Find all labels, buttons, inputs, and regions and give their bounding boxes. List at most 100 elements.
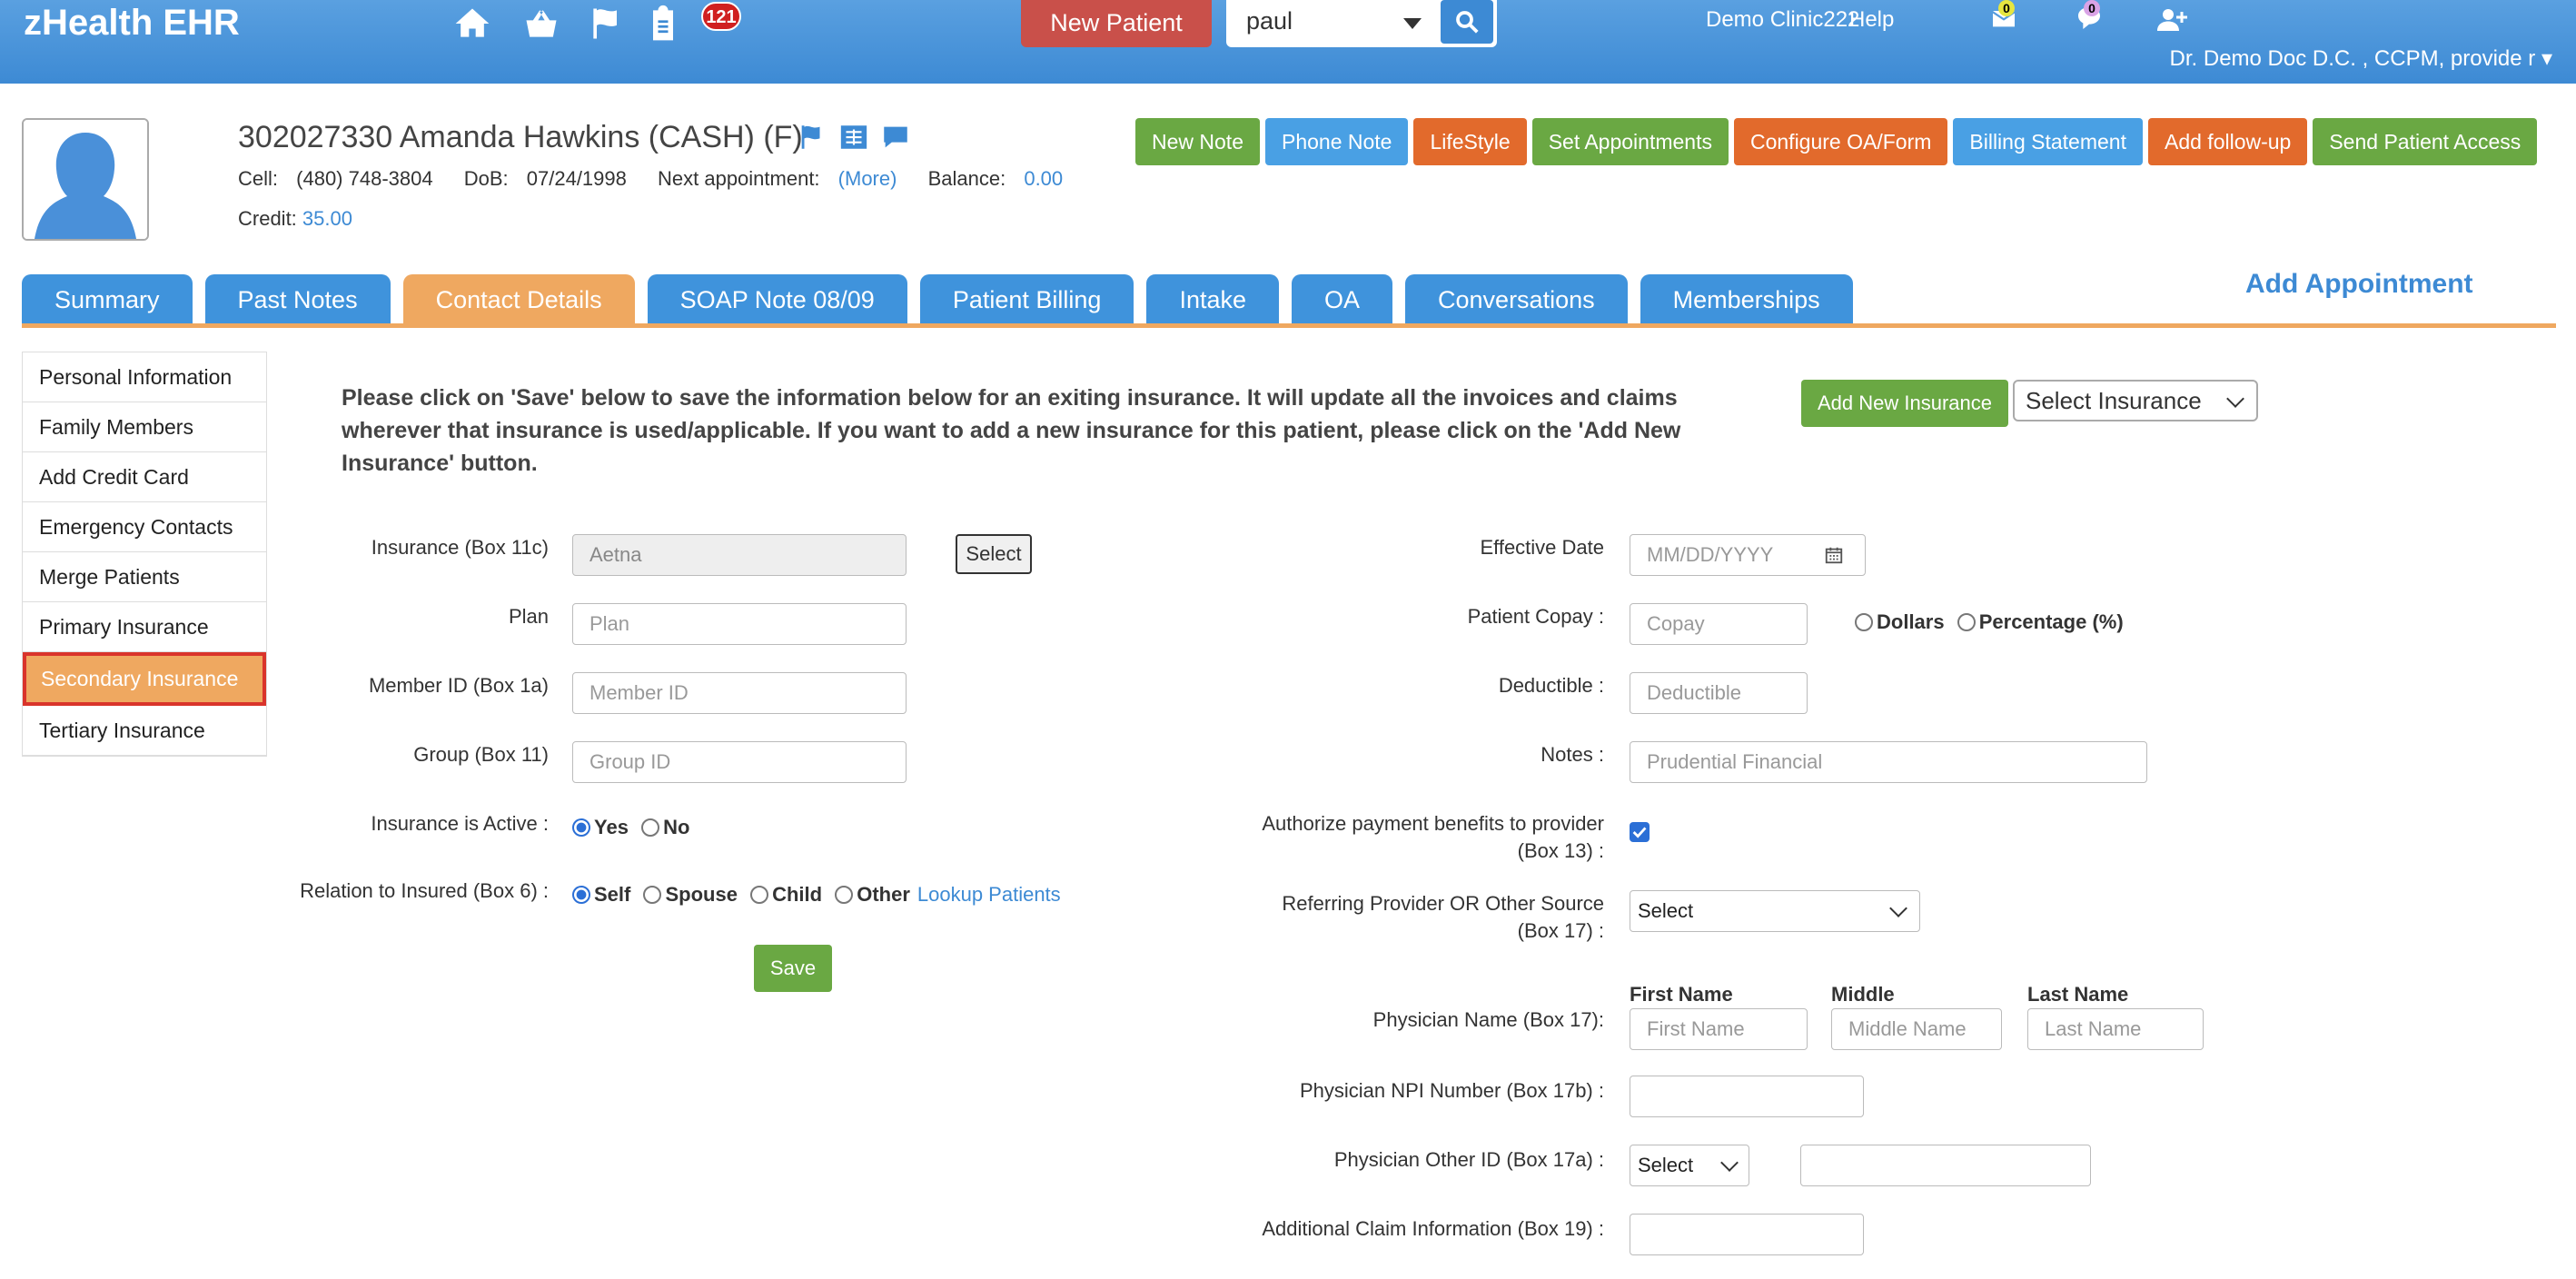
tab-oa[interactable]: OA bbox=[1292, 274, 1393, 323]
configure-oa-button[interactable]: Configure OA/Form bbox=[1733, 118, 1948, 165]
insurance-select-button[interactable]: Select bbox=[956, 534, 1032, 574]
relation-spouse-radio[interactable] bbox=[643, 886, 662, 904]
balance-label: Balance: bbox=[927, 167, 1006, 190]
next-appt-label: Next appointment: bbox=[658, 167, 820, 190]
help-link[interactable]: Help bbox=[1849, 7, 1894, 33]
lifestyle-button[interactable]: LifeStyle bbox=[1413, 118, 1527, 165]
member-id-input[interactable]: Member ID bbox=[572, 672, 907, 714]
patient-name: 302027330 Amanda Hawkins (CASH) (F) bbox=[238, 120, 803, 154]
notes-input[interactable]: Prudential Financial bbox=[1630, 741, 2147, 783]
user-menu[interactable]: Dr. Demo Doc D.C. , CCPM, provide r ▾ bbox=[2170, 45, 2552, 72]
copay-input[interactable]: Copay bbox=[1630, 603, 1808, 645]
set-appointments-button[interactable]: Set Appointments bbox=[1531, 118, 1729, 165]
physician-first-name-input[interactable]: First Name bbox=[1630, 1008, 1808, 1050]
physician-last-name-input[interactable]: Last Name bbox=[2027, 1008, 2204, 1050]
phone-note-button[interactable]: Phone Note bbox=[1264, 118, 1409, 165]
flag-icon[interactable] bbox=[587, 4, 627, 44]
search-input[interactable]: paul bbox=[1246, 7, 1293, 35]
more-link[interactable]: (More) bbox=[838, 167, 897, 190]
tab-conversations[interactable]: Conversations bbox=[1405, 274, 1628, 323]
save-button[interactable]: Save bbox=[754, 945, 832, 992]
group-input[interactable]: Group ID bbox=[572, 741, 907, 783]
deductible-input[interactable]: Deductible bbox=[1630, 672, 1808, 714]
percentage-radio[interactable] bbox=[1957, 613, 1976, 631]
chat-badge: 0 bbox=[2084, 0, 2100, 16]
insurance-notice: Please click on 'Save' below to save the… bbox=[342, 385, 1681, 476]
physician-middle-name-input[interactable]: Middle Name bbox=[1831, 1008, 2002, 1050]
plan-label: Plan bbox=[508, 605, 549, 628]
chevron-down-icon bbox=[1889, 899, 1907, 917]
add-user-icon[interactable] bbox=[2155, 4, 2187, 36]
chevron-down-icon[interactable] bbox=[1403, 18, 1422, 29]
sidebar-item-primary-insurance[interactable]: Primary Insurance bbox=[23, 602, 266, 652]
other-id-input[interactable] bbox=[1800, 1145, 2091, 1186]
tab-past-notes[interactable]: Past Notes bbox=[204, 274, 391, 323]
spouse-label: Spouse bbox=[665, 883, 738, 906]
active-no-radio[interactable] bbox=[641, 818, 660, 837]
home-icon[interactable] bbox=[452, 4, 492, 44]
top-bar: zHealth EHR 121 New Patient paul Demo Cl… bbox=[0, 0, 2576, 84]
sidebar-item-tertiary-insurance[interactable]: Tertiary Insurance bbox=[23, 706, 266, 756]
message-icon[interactable] bbox=[879, 122, 912, 153]
new-note-button[interactable]: New Note bbox=[1135, 118, 1260, 165]
sidebar-item-merge-patients[interactable]: Merge Patients bbox=[23, 552, 266, 602]
credit-info: Credit: 35.00 bbox=[238, 207, 352, 231]
credit-value[interactable]: 35.00 bbox=[302, 207, 352, 230]
add-appointment-link[interactable]: Add Appointment bbox=[2245, 269, 2473, 300]
billing-statement-button[interactable]: Billing Statement bbox=[1953, 118, 2143, 165]
tab-summary[interactable]: Summary bbox=[22, 274, 193, 323]
search-button[interactable] bbox=[1441, 0, 1493, 44]
physician-name-label: Physician Name (Box 17): bbox=[1372, 1008, 1604, 1031]
other-label: Other bbox=[857, 883, 910, 906]
lookup-patients-link[interactable]: Lookup Patients bbox=[917, 883, 1061, 906]
billing-icon[interactable] bbox=[837, 122, 870, 153]
tab-patient-billing[interactable]: Patient Billing bbox=[919, 274, 1134, 323]
npi-input[interactable] bbox=[1630, 1076, 1864, 1117]
copay-type-radios: Dollars Percentage (%) bbox=[1855, 610, 2131, 634]
active-yes-radio[interactable] bbox=[572, 818, 590, 837]
send-patient-access-button[interactable]: Send Patient Access bbox=[2313, 118, 2538, 165]
relation-other-radio[interactable] bbox=[835, 886, 854, 904]
add-new-insurance-button[interactable]: Add New Insurance bbox=[1801, 380, 2008, 427]
referring-select-value: Select bbox=[1638, 899, 1694, 922]
new-patient-button[interactable]: New Patient bbox=[1021, 0, 1212, 47]
first-name-header: First Name bbox=[1630, 983, 1733, 1006]
yes-label: Yes bbox=[594, 816, 629, 838]
deductible-label: Deductible : bbox=[1498, 674, 1604, 697]
tab-intake[interactable]: Intake bbox=[1146, 274, 1279, 323]
patient-search[interactable]: paul bbox=[1226, 0, 1497, 47]
relation-self-radio[interactable] bbox=[572, 886, 590, 904]
sidebar-item-family-members[interactable]: Family Members bbox=[23, 402, 266, 452]
cell-label: Cell: bbox=[238, 167, 279, 190]
relation-child-radio[interactable] bbox=[750, 886, 769, 904]
tab-soap-note[interactable]: SOAP Note 08/09 bbox=[647, 274, 907, 323]
referring-provider-select[interactable]: Select bbox=[1630, 890, 1920, 932]
clipboard-icon[interactable] bbox=[643, 4, 683, 44]
balance-value[interactable]: 0.00 bbox=[1024, 167, 1063, 190]
patient-avatar bbox=[22, 118, 149, 241]
clinic-link[interactable]: Demo Clinic222 bbox=[1706, 7, 1859, 33]
authorize-label-line2: (Box 13) : bbox=[1517, 839, 1604, 862]
notification-badge[interactable]: 121 bbox=[701, 2, 741, 31]
sidebar-item-secondary-insurance[interactable]: Secondary Insurance bbox=[23, 652, 266, 706]
app-title[interactable]: zHealth EHR bbox=[24, 0, 240, 45]
sidebar-item-emergency-contacts[interactable]: Emergency Contacts bbox=[23, 502, 266, 552]
select-insurance-dropdown[interactable]: Select Insurance bbox=[2013, 380, 2258, 421]
other-id-type-select[interactable]: Select bbox=[1630, 1145, 1749, 1186]
member-id-label: Member ID (Box 1a) bbox=[368, 674, 549, 697]
insurance-input[interactable]: Aetna bbox=[572, 534, 907, 576]
calendar-icon[interactable] bbox=[1824, 545, 1844, 565]
add-follow-up-button[interactable]: Add follow-up bbox=[2147, 118, 2308, 165]
tab-contact-details[interactable]: Contact Details bbox=[402, 274, 635, 323]
sidebar-item-add-credit-card[interactable]: Add Credit Card bbox=[23, 452, 266, 502]
basket-icon[interactable] bbox=[521, 4, 561, 44]
dollars-radio[interactable] bbox=[1855, 613, 1873, 631]
percentage-label: Percentage (%) bbox=[1978, 610, 2124, 633]
plan-input[interactable]: Plan bbox=[572, 603, 907, 645]
authorize-checkbox[interactable] bbox=[1630, 822, 1650, 842]
flag-icon[interactable] bbox=[796, 122, 828, 153]
patient-flags bbox=[796, 122, 912, 153]
additional-claim-input[interactable] bbox=[1630, 1214, 1864, 1255]
sidebar-item-personal-information[interactable]: Personal Information bbox=[23, 352, 266, 402]
tab-memberships[interactable]: Memberships bbox=[1640, 274, 1853, 323]
